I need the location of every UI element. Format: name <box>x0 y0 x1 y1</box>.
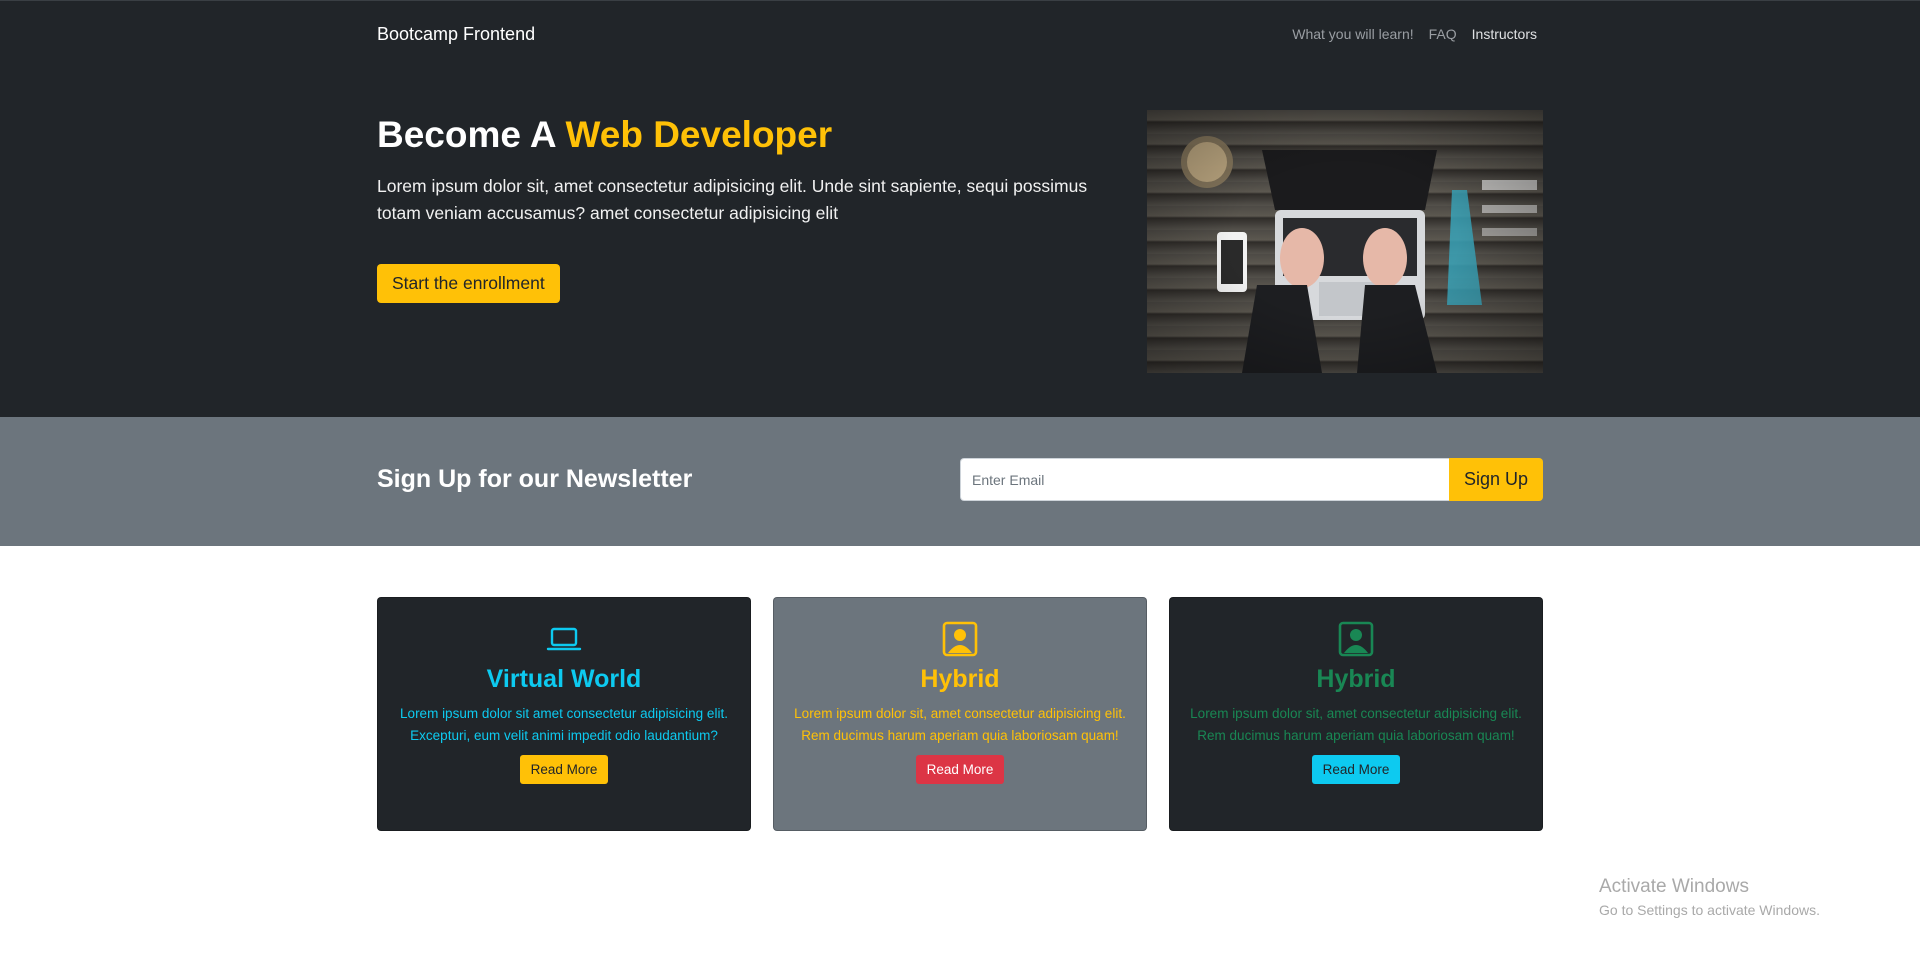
brand-link[interactable]: Bootcamp Frontend <box>377 24 535 45</box>
nav-link-learn[interactable]: What you will learn! <box>1292 26 1413 42</box>
read-more-button[interactable]: Read More <box>915 755 1005 784</box>
cards-section: Virtual World Lorem ipsum dolor sit amet… <box>0 597 1920 831</box>
hero-title-accent: Web Developer <box>565 114 833 155</box>
card-title: Hybrid <box>920 665 1000 693</box>
hero-description: Lorem ipsum dolor sit, amet consectetur … <box>377 176 1088 223</box>
card-hybrid-2: Hybrid Lorem ipsum dolor sit, amet conse… <box>1169 597 1543 831</box>
card-virtual-world: Virtual World Lorem ipsum dolor sit amet… <box>377 597 751 831</box>
nav-link-faq[interactable]: FAQ <box>1429 26 1457 42</box>
navbar: Bootcamp Frontend What you will learn! F… <box>377 1 1543 67</box>
hero-image <box>1147 110 1543 373</box>
read-more-button[interactable]: Read More <box>519 755 609 784</box>
newsletter-section: Sign Up for our Newsletter Sign Up <box>0 417 1920 546</box>
read-more-button[interactable]: Read More <box>1311 755 1401 784</box>
newsletter-form: Sign Up <box>960 458 1543 501</box>
nav-link-instructors[interactable]: Instructors <box>1472 26 1537 42</box>
card-text: Lorem ipsum dolor sit, amet consectetur … <box>794 706 1126 743</box>
nav-links: What you will learn! FAQ Instructors <box>1292 26 1537 42</box>
person-square-icon <box>942 621 978 657</box>
activate-windows-watermark: Activate Windows Go to Settings to activ… <box>1599 876 1820 918</box>
watermark-title: Activate Windows <box>1599 876 1749 897</box>
hero-title: Become A Web Developer <box>377 111 1127 159</box>
watermark-subtitle: Go to Settings to activate Windows. <box>1599 902 1820 918</box>
hero-section: Bootcamp Frontend What you will learn! F… <box>0 0 1920 417</box>
hero-title-prefix: Become A <box>377 114 556 155</box>
signup-button[interactable]: Sign Up <box>1448 458 1543 501</box>
card-text: Lorem ipsum dolor sit, amet consectetur … <box>1190 706 1522 743</box>
card-title: Hybrid <box>1316 665 1396 693</box>
cards-row: Virtual World Lorem ipsum dolor sit amet… <box>377 597 1543 831</box>
enroll-button[interactable]: Start the enrollment <box>377 264 560 303</box>
laptop-icon <box>546 621 582 657</box>
hero-text: Become A Web Developer Lorem ipsum dolor… <box>377 110 1127 373</box>
person-square-icon <box>1338 621 1374 657</box>
email-input[interactable] <box>960 458 1449 501</box>
card-title: Virtual World <box>486 665 642 693</box>
card-hybrid-1: Hybrid Lorem ipsum dolor sit, amet conse… <box>773 597 1147 831</box>
hero: Become A Web Developer Lorem ipsum dolor… <box>377 110 1543 373</box>
card-text: Lorem ipsum dolor sit amet consectetur a… <box>400 706 728 743</box>
newsletter-title: Sign Up for our Newsletter <box>377 465 693 493</box>
